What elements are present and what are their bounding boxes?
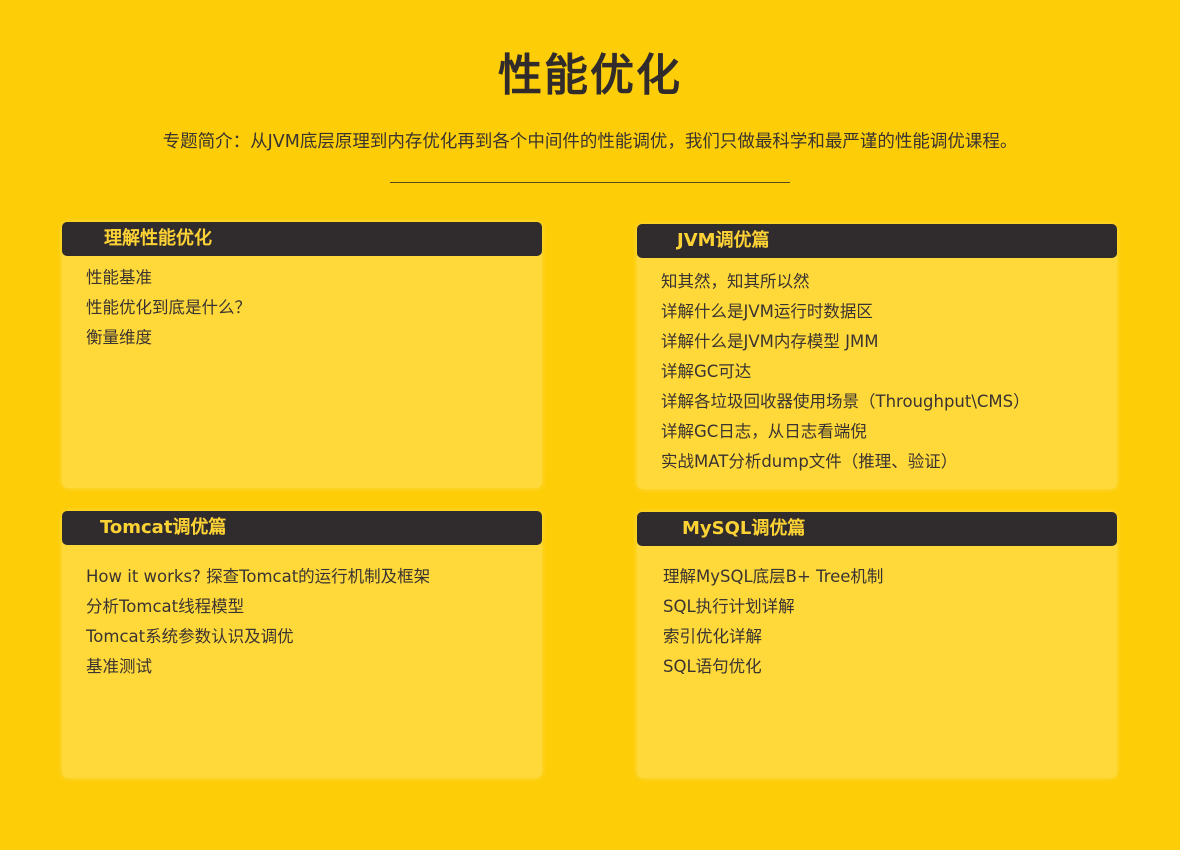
topic-item: 详解各垃圾回收器使用场景（Throughput\CMS） [661, 392, 1030, 411]
section-topic-list: 性能基准 性能优化到底是什么？ 衡量维度 [62, 256, 542, 353]
section-heading: Tomcat调优篇 [62, 511, 542, 545]
topic-item: 基准测试 [86, 657, 152, 676]
section-topic-list: 理解MySQL底层B+ Tree机制 SQL执行计划详解 索引优化详解 SQL语… [637, 546, 1117, 682]
topic-item: SQL语句优化 [663, 657, 762, 676]
topic-item: 分析Tomcat线程模型 [86, 597, 245, 616]
section-card-jvm: JVM调优篇 知其然，知其所以然 详解什么是JVM运行时数据区 详解什么是JVM… [637, 224, 1117, 489]
section-heading: MySQL调优篇 [637, 512, 1117, 546]
section-card-mysql: MySQL调优篇 理解MySQL底层B+ Tree机制 SQL执行计划详解 索引… [637, 512, 1117, 778]
section-topic-list: 知其然，知其所以然 详解什么是JVM运行时数据区 详解什么是JVM内存模型 JM… [637, 258, 1117, 477]
section-heading: 理解性能优化 [62, 222, 542, 256]
topic-item: 索引优化详解 [663, 627, 762, 646]
topic-item: 性能基准 [86, 268, 152, 287]
page-title: 性能优化 [498, 50, 682, 101]
section-heading: JVM调优篇 [637, 224, 1117, 258]
title-divider [390, 182, 790, 183]
topic-item: Tomcat系统参数认识及调优 [86, 627, 294, 646]
topic-item: 实战MAT分析dump文件（推理、验证） [661, 452, 958, 471]
section-card-performance: 理解性能优化 性能基准 性能优化到底是什么？ 衡量维度 [62, 222, 542, 488]
topic-item: 衡量维度 [86, 328, 152, 347]
topic-item: 详解什么是JVM运行时数据区 [661, 302, 873, 321]
topic-item: 详解什么是JVM内存模型 JMM [661, 332, 879, 351]
intro-text: 专题简介：从JVM底层原理到内存优化再到各个中间件的性能调优，我们只做最科学和最… [162, 132, 1018, 152]
topic-item: SQL执行计划详解 [663, 597, 795, 616]
topic-item: 详解GC日志，从日志看端倪 [661, 422, 867, 441]
topic-item: 详解GC可达 [661, 362, 752, 381]
topic-item: How it works? 探查Tomcat的运行机制及框架 [86, 567, 431, 586]
topic-item: 知其然，知其所以然 [661, 272, 810, 291]
topic-item: 理解MySQL底层B+ Tree机制 [663, 567, 884, 586]
section-card-tomcat: Tomcat调优篇 How it works? 探查Tomcat的运行机制及框架… [62, 511, 542, 778]
section-topic-list: How it works? 探查Tomcat的运行机制及框架 分析Tomcat线… [62, 545, 542, 682]
topic-item: 性能优化到底是什么？ [86, 298, 251, 317]
